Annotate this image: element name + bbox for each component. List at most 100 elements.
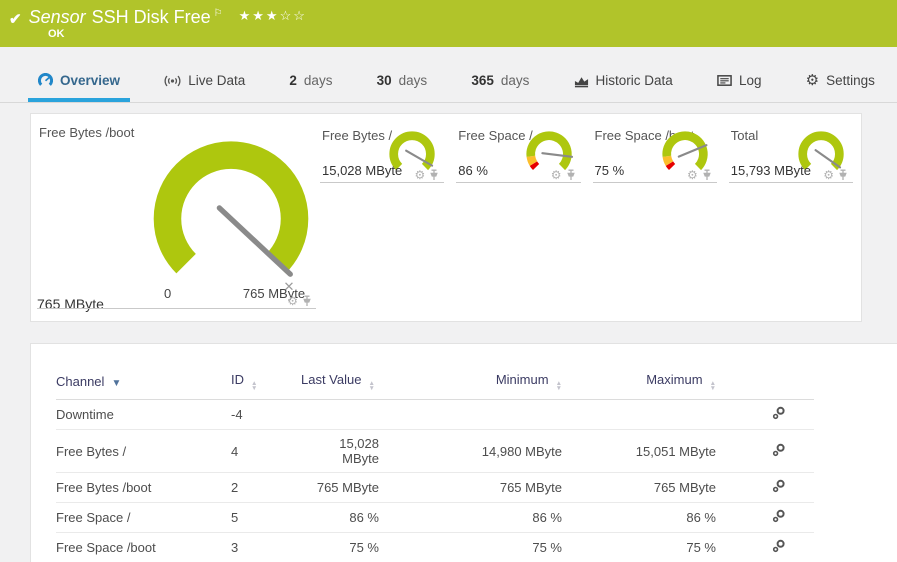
channel-name: Free Space / — [56, 510, 131, 525]
channel-table: Channel ID Last Value Minimum Maximum Do… — [56, 368, 814, 562]
tab-number: 2 — [289, 73, 297, 88]
table-row: Free Bytes / 4 15,028 MByte 14,980 MByte… — [56, 430, 814, 473]
channel-last-value — [301, 400, 379, 430]
sensor-name: SSH Disk Free — [91, 7, 211, 27]
channel-maximum: 75 % — [686, 540, 716, 555]
tab-overview[interactable]: Overview — [28, 63, 131, 102]
channel-minimum: 14,980 MByte — [481, 443, 562, 459]
tab-settings[interactable]: ⚙ Settings — [796, 63, 885, 102]
gauge-icon — [38, 73, 53, 86]
divider — [320, 182, 445, 183]
gauge-value: 765 MByte — [37, 296, 104, 312]
gauge-settings-gear-icon[interactable]: ⚙ — [551, 169, 562, 181]
channel-id: 3 — [231, 540, 239, 555]
table-row: Free Space /boot 3 75 % 75 % 75 % — [56, 533, 814, 562]
gauge-value: 15,793 MByte — [730, 163, 811, 178]
channel-name: Free Space /boot — [56, 540, 156, 555]
gauge-settings-gear-icon[interactable]: ⚙ — [414, 169, 425, 181]
gauge-value: 86 % — [458, 163, 488, 178]
tab-30-days[interactable]: 30 days — [367, 63, 438, 102]
gauge-title: Free Bytes /boot — [39, 125, 135, 140]
column-header-last-value[interactable]: Last Value — [301, 368, 379, 400]
column-header-id[interactable]: ID — [231, 368, 301, 400]
sort-icon — [556, 381, 562, 391]
channel-id: 5 — [231, 510, 239, 525]
log-list-icon — [717, 75, 732, 86]
tab-2-days[interactable]: 2 days — [279, 63, 342, 102]
tab-bar: Overview Live Data 2 days 30 days 365 da… — [0, 63, 897, 103]
tab-label: Live Data — [188, 73, 246, 88]
overview-panel: Free Bytes /boot 0 765 MByte 765 MByte ⚙… — [30, 113, 862, 322]
gauge-cell-free-space-boot: Free Space /boot 75 % ⚙ — [591, 114, 717, 183]
channel-id: 4 — [231, 443, 239, 459]
channel-settings-icon[interactable] — [772, 479, 786, 493]
pin-icon[interactable] — [702, 169, 712, 181]
pin-icon[interactable] — [838, 169, 848, 181]
status-badge: OK — [48, 28, 65, 40]
channel-maximum — [562, 400, 716, 430]
divider — [456, 182, 581, 183]
priority-stars[interactable]: ★★★☆☆ — [239, 8, 307, 24]
gauge-title: Total — [730, 128, 759, 143]
tab-365-days[interactable]: 365 days — [461, 63, 539, 102]
column-header-minimum[interactable]: Minimum — [379, 368, 562, 400]
gauge-value: 15,028 MByte — [322, 163, 403, 178]
gauge-settings-gear-icon[interactable]: ⚙ — [687, 169, 698, 181]
table-row: Free Bytes /boot 2 765 MByte 765 MByte 7… — [56, 473, 814, 503]
live-data-icon — [164, 75, 181, 86]
channel-name: Free Bytes / — [56, 443, 127, 459]
gauge-value: 75 % — [594, 163, 625, 178]
channel-name: Downtime — [56, 407, 114, 422]
pin-icon[interactable] — [302, 295, 312, 307]
channel-table-panel: Channel ID Last Value Minimum Maximum Do… — [30, 343, 897, 562]
tab-live-data[interactable]: Live Data — [154, 63, 255, 102]
area-chart-icon — [574, 76, 588, 87]
channel-name: Free Bytes /boot — [56, 480, 152, 495]
channel-settings-icon[interactable] — [772, 539, 786, 553]
gauge-settings-gear-icon[interactable]: ⚙ — [823, 169, 834, 181]
column-header-channel[interactable]: Channel — [56, 368, 231, 400]
sort-icon — [710, 381, 716, 391]
gauge-cell-free-space-root: Free Space / 86 % ⚙ — [454, 114, 581, 183]
channel-settings-icon[interactable] — [772, 509, 786, 523]
channel-last-value: 86 % — [349, 510, 379, 525]
tab-historic-data[interactable]: Historic Data — [564, 63, 683, 102]
tab-label: Settings — [826, 73, 875, 88]
tab-number: 365 — [471, 73, 494, 88]
sort-icon — [368, 381, 374, 391]
page-title: Sensor SSH Disk Free ⚐ — [29, 7, 223, 28]
tab-log[interactable]: Log — [707, 63, 772, 102]
divider — [592, 182, 717, 183]
pin-icon[interactable] — [429, 169, 439, 181]
title-prefix: Sensor — [28, 7, 86, 27]
channel-maximum: 765 MByte — [653, 480, 716, 495]
channel-id: -4 — [231, 407, 243, 422]
pin-icon[interactable] — [566, 169, 576, 181]
channel-settings-icon[interactable] — [772, 406, 786, 420]
priority-flag-icon: ⚐ — [213, 8, 223, 19]
channel-minimum — [379, 400, 562, 430]
tab-label: Historic Data — [595, 73, 673, 88]
sensor-status-header: ✔ Sensor SSH Disk Free ⚐ ★★★☆☆ OK — [0, 0, 897, 47]
gear-icon: ⚙ — [805, 72, 820, 89]
gauge-settings-gear-icon[interactable]: ⚙ — [287, 295, 298, 307]
channel-minimum: 86 % — [532, 510, 562, 525]
status-ok-check-icon: ✔ — [9, 11, 22, 28]
channel-last-value: 75 % — [349, 540, 379, 555]
gauge-cell-total: Total 15,793 MByte ⚙ — [727, 114, 853, 183]
tab-unit: days — [303, 73, 333, 88]
tab-unit: days — [398, 73, 428, 88]
gauge-cell-free-bytes-boot: Free Bytes /boot 0 765 MByte 765 MByte ⚙ — [31, 114, 316, 321]
table-header-row: Channel ID Last Value Minimum Maximum — [56, 368, 814, 400]
channel-last-value: 15,028 MByte — [339, 436, 379, 466]
column-header-maximum[interactable]: Maximum — [562, 368, 716, 400]
gauge-title: Free Bytes / — [322, 128, 393, 143]
channel-maximum: 15,051 MByte — [635, 443, 716, 459]
channel-minimum: 765 MByte — [499, 480, 562, 495]
tab-unit: days — [500, 73, 530, 88]
divider — [37, 308, 316, 309]
channel-settings-icon[interactable] — [772, 443, 786, 457]
main-gauge — [153, 141, 309, 291]
divider — [728, 182, 853, 183]
tab-label: Overview — [60, 73, 121, 88]
